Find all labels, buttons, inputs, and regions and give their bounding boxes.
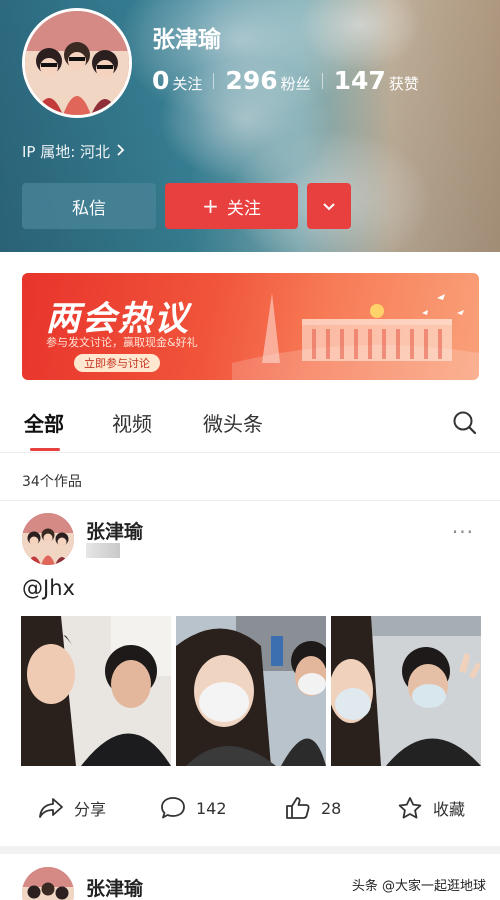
chevron-down-icon bbox=[323, 202, 335, 210]
active-tab-indicator bbox=[30, 448, 60, 451]
post-meta-redacted bbox=[86, 543, 120, 558]
profile-header: 张津瑜 0 关注 296 粉丝 147 获赞 IP 属地: 河北 私信 + 关注 bbox=[0, 0, 500, 252]
message-button-label: 私信 bbox=[72, 198, 106, 219]
banner-subtitle: 参与发文讨论，赢取现金&好礼 bbox=[46, 336, 198, 349]
post-actions: 分享 142 28 收藏 bbox=[0, 792, 500, 828]
banner-cta-button[interactable]: 立即参与讨论 bbox=[74, 354, 160, 372]
message-button[interactable]: 私信 bbox=[22, 183, 156, 229]
post-avatar[interactable] bbox=[22, 513, 74, 565]
follow-button[interactable]: + 关注 bbox=[165, 183, 298, 229]
tab-micro-posts[interactable]: 微头条 bbox=[203, 408, 263, 437]
share-button[interactable]: 分享 bbox=[38, 796, 106, 820]
post-avatar[interactable] bbox=[22, 867, 74, 900]
comment-count: 142 bbox=[196, 798, 227, 818]
comment-button[interactable]: 142 bbox=[160, 796, 227, 820]
tab-videos[interactable]: 视频 bbox=[112, 408, 152, 437]
tabs-divider bbox=[0, 452, 500, 453]
post-text: @Jhx bbox=[22, 576, 75, 600]
stat-divider bbox=[321, 72, 323, 89]
following-label[interactable]: 关注 bbox=[172, 73, 202, 94]
followers-label[interactable]: 粉丝 bbox=[281, 73, 311, 94]
avatar-illustration bbox=[22, 867, 74, 900]
hall-illustration bbox=[232, 293, 479, 380]
post-author-name[interactable]: 张津瑜 bbox=[86, 874, 143, 900]
masked-selfie-photo[interactable] bbox=[176, 616, 326, 766]
profile-name: 张津瑜 bbox=[152, 27, 221, 53]
likes-label: 获赞 bbox=[388, 75, 419, 93]
ip-location-text: IP 属地: 河北 bbox=[22, 143, 111, 161]
photo-image bbox=[21, 616, 171, 766]
avatar-illustration bbox=[25, 11, 129, 115]
profile-stats: 0 关注 296 粉丝 147 获赞 bbox=[152, 66, 419, 95]
follow-button-label: 关注 bbox=[226, 198, 261, 219]
car-selfie-photo[interactable] bbox=[331, 616, 481, 766]
followers-count[interactable]: 296 bbox=[225, 66, 277, 95]
photo-image bbox=[331, 616, 481, 766]
plus-icon: + bbox=[202, 194, 219, 218]
thumbs-up-icon bbox=[286, 797, 310, 819]
photo-image bbox=[176, 616, 326, 766]
stat-divider bbox=[213, 72, 215, 89]
section-divider bbox=[0, 500, 500, 501]
more-icon[interactable]: ··· bbox=[452, 520, 474, 544]
campaign-banner[interactable]: 两会热议 参与发文讨论，赢取现金&好礼 立即参与讨论 bbox=[22, 273, 479, 380]
chevron-right-icon bbox=[116, 143, 125, 161]
following-count[interactable]: 0 bbox=[152, 66, 169, 95]
share-icon bbox=[39, 798, 63, 818]
like-count: 28 bbox=[321, 798, 342, 818]
banner-title: 两会热议 bbox=[46, 299, 190, 339]
post-separator bbox=[0, 846, 500, 854]
ip-location[interactable]: IP 属地: 河北 bbox=[22, 141, 125, 162]
avatar-illustration bbox=[22, 513, 74, 565]
like-button[interactable]: 28 bbox=[285, 796, 341, 820]
comment-icon bbox=[161, 797, 185, 819]
more-options-button[interactable] bbox=[307, 183, 351, 229]
content-tabs: 全部 视频 微头条 bbox=[0, 396, 500, 452]
search-icon[interactable] bbox=[452, 410, 478, 436]
profile-avatar[interactable] bbox=[22, 8, 132, 118]
likes-count: 147 bbox=[333, 66, 386, 95]
share-label: 分享 bbox=[74, 800, 107, 819]
selfie-photo[interactable] bbox=[21, 616, 171, 766]
works-count: 34个作品 bbox=[22, 474, 82, 490]
watermark: 头条 @大家一起逛地球 bbox=[347, 874, 490, 895]
favorite-button[interactable]: 收藏 bbox=[397, 796, 465, 820]
tab-all[interactable]: 全部 bbox=[24, 408, 64, 437]
star-icon bbox=[398, 797, 422, 819]
post-author-name[interactable]: 张津瑜 bbox=[86, 517, 143, 544]
favorite-label: 收藏 bbox=[433, 800, 466, 819]
